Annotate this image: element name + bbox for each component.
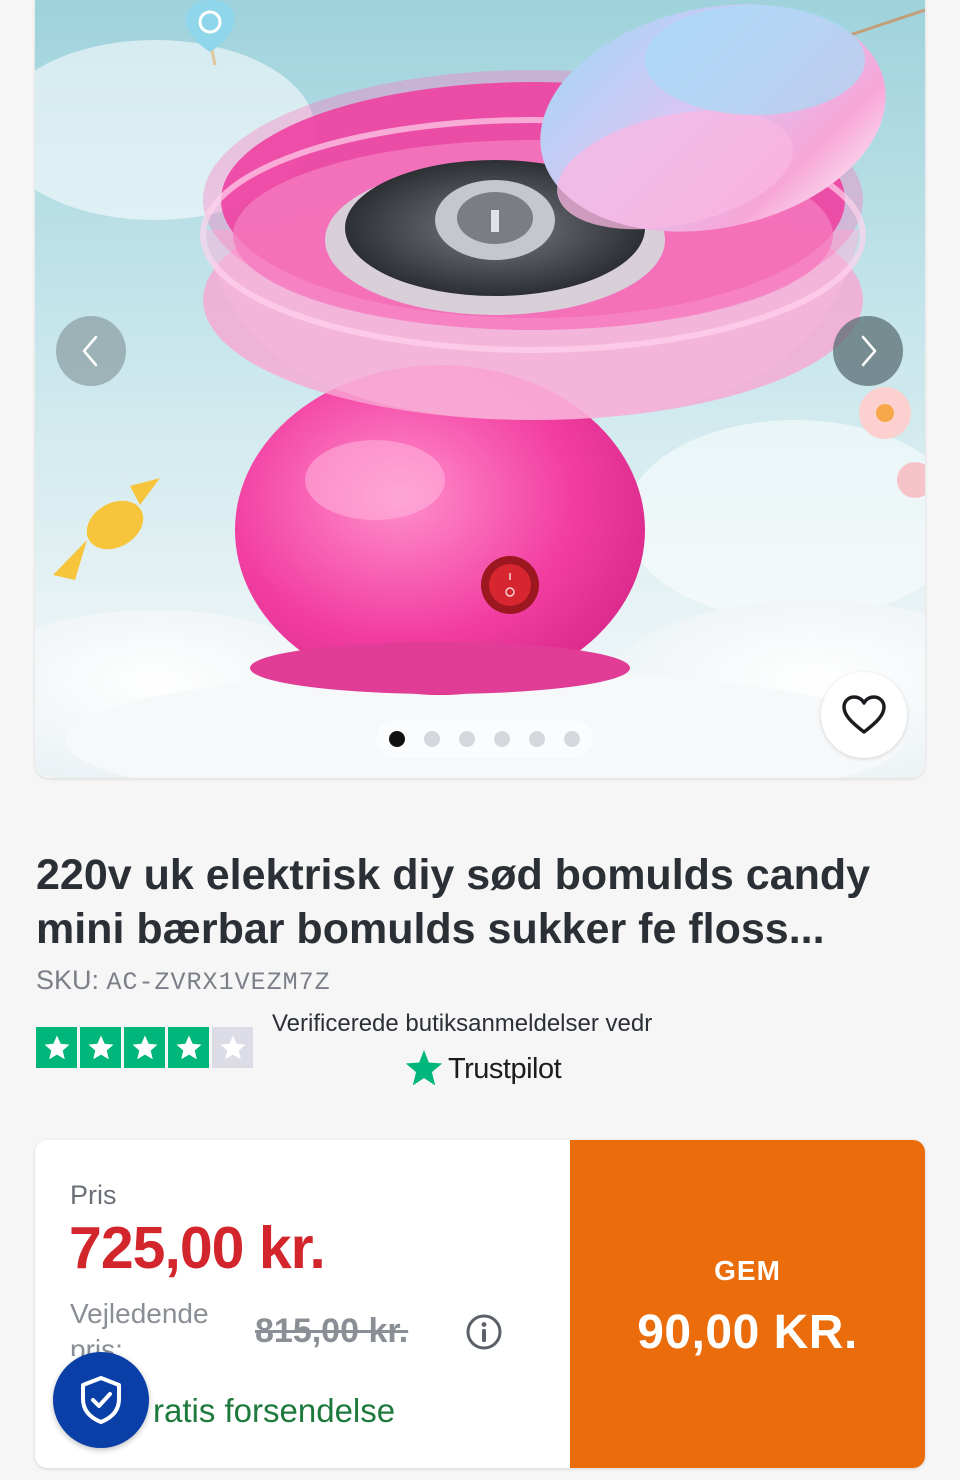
wishlist-button[interactable] xyxy=(821,672,907,758)
gallery-dot-5[interactable] xyxy=(529,731,545,747)
trustpilot-brand: Trustpilot xyxy=(448,1052,562,1085)
star-empty-icon xyxy=(212,1027,253,1068)
price-card: Pris 725,00 kr. Vejledende pris: 815,00 … xyxy=(35,1140,925,1468)
star-filled-icon xyxy=(80,1027,121,1068)
savings-panel: GEM 90,00 KR. xyxy=(570,1140,925,1468)
gallery-dot-6[interactable] xyxy=(564,731,580,747)
star-filled-icon xyxy=(124,1027,165,1068)
save-value: 90,00 KR. xyxy=(637,1305,858,1359)
heart-icon xyxy=(842,695,886,734)
price-label: Pris xyxy=(70,1180,117,1210)
trustpilot-text[interactable]: Verificerede butiksanmeldelser vedr xyxy=(272,1010,652,1038)
trustpilot-stars[interactable] xyxy=(36,1027,253,1068)
product-image-gallery[interactable] xyxy=(35,0,925,778)
next-image-button[interactable] xyxy=(833,316,903,386)
trust-badge-button[interactable] xyxy=(53,1352,149,1448)
sku-value: AC-ZVRX1VEZM7Z xyxy=(106,968,331,997)
gallery-dot-2[interactable] xyxy=(424,731,440,747)
price-value: 725,00 kr. xyxy=(69,1215,326,1281)
star-filled-icon xyxy=(36,1027,77,1068)
gallery-pagination xyxy=(376,720,593,758)
chevron-left-icon xyxy=(82,335,98,367)
gallery-dot-1[interactable] xyxy=(389,731,405,747)
gallery-dot-3[interactable] xyxy=(459,731,475,747)
previous-image-button[interactable] xyxy=(56,316,126,386)
rrp-label: Vejledende pris: xyxy=(70,1298,209,1356)
trustpilot-logo[interactable]: Trustpilot xyxy=(404,1050,562,1088)
sku-label: SKU: xyxy=(36,965,100,995)
save-label: GEM xyxy=(714,1254,781,1286)
chevron-right-icon xyxy=(861,335,877,367)
sku: SKU: AC-ZVRX1VEZM7Z xyxy=(36,965,331,997)
star-filled-icon xyxy=(168,1027,209,1068)
trustpilot-star-icon xyxy=(405,1050,443,1086)
info-icon[interactable] xyxy=(465,1313,503,1351)
gallery-dot-4[interactable] xyxy=(494,731,510,747)
shipping-text: ratis forsendelse xyxy=(153,1392,396,1429)
shield-check-icon xyxy=(81,1376,121,1424)
product-image xyxy=(35,0,925,778)
rrp-value: 815,00 kr. xyxy=(255,1312,409,1350)
product-title: 220v uk elektrisk diy sød bomulds candy … xyxy=(36,851,871,953)
